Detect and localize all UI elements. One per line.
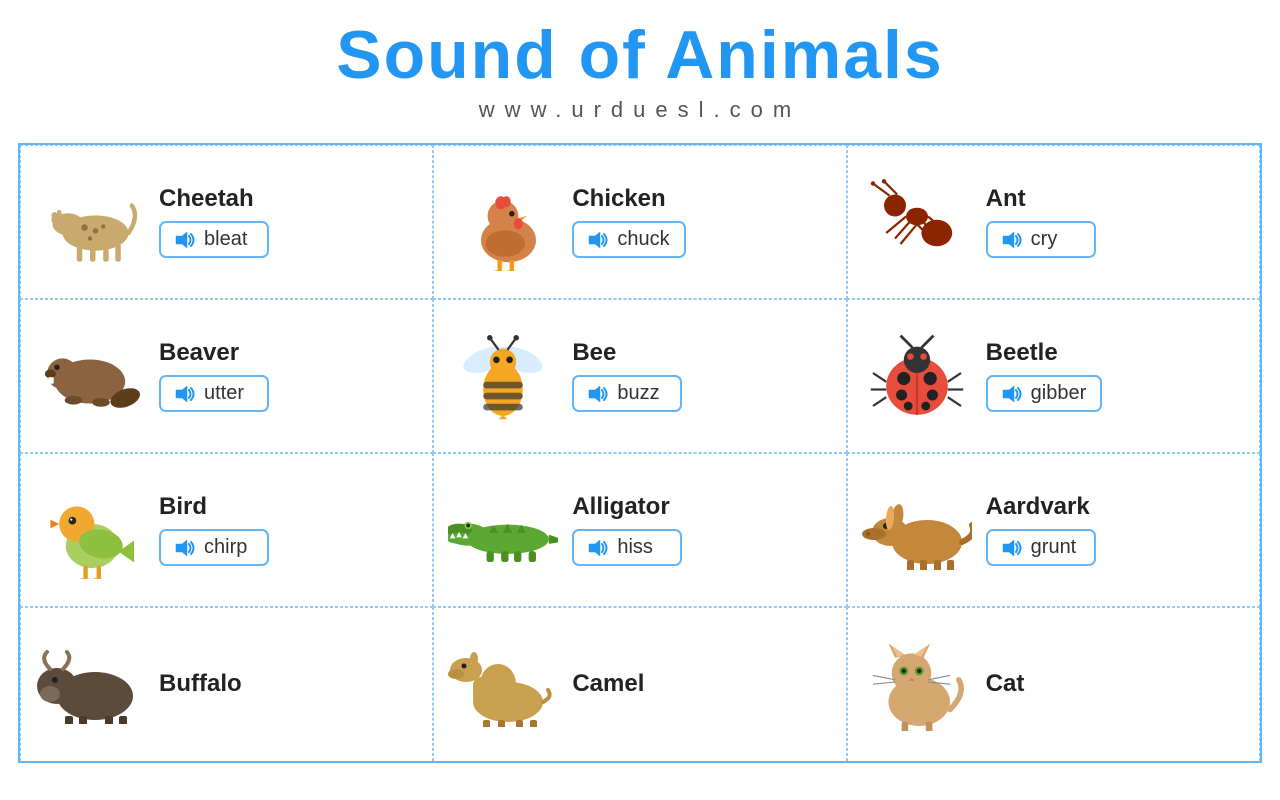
sound-text: utter xyxy=(204,382,244,405)
animal-info-aardvark: Aardvark grunt xyxy=(986,493,1245,566)
animal-info-bee: Bee buzz xyxy=(572,339,831,412)
animal-info-ant: Ant cry xyxy=(986,185,1245,258)
speaker-icon xyxy=(1002,385,1024,403)
speaker-icon xyxy=(175,539,197,557)
sound-badge[interactable]: gibber xyxy=(986,375,1103,412)
animal-info-camel: Camel xyxy=(572,670,831,698)
animal-info-cat: Cat xyxy=(986,670,1245,698)
animals-grid: Cheetah bleat Chicken chuck xyxy=(18,143,1262,763)
sound-text: grunt xyxy=(1031,536,1077,559)
sound-text: buzz xyxy=(617,382,659,405)
animal-cell-beetle: Beetle gibber xyxy=(847,299,1260,453)
animal-image-cat xyxy=(862,638,972,732)
animal-cell-beaver: Beaver utter xyxy=(20,299,433,453)
animal-cell-camel: Camel xyxy=(433,607,846,761)
animal-name: Aardvark xyxy=(986,493,1090,521)
sound-text: chuck xyxy=(617,228,669,251)
speaker-icon xyxy=(588,539,610,557)
animal-name: Buffalo xyxy=(159,670,242,698)
animal-info-bird: Bird chirp xyxy=(159,493,418,566)
animal-cell-buffalo: Buffalo xyxy=(20,607,433,761)
speaker-icon xyxy=(1002,231,1024,249)
sound-badge[interactable]: grunt xyxy=(986,529,1096,566)
animal-cell-chicken: Chicken chuck xyxy=(433,145,846,299)
speaker-icon xyxy=(1002,539,1024,557)
animal-name: Bird xyxy=(159,493,207,521)
animal-name: Chicken xyxy=(572,185,665,213)
animal-name: Cat xyxy=(986,670,1025,698)
animal-image-aardvark xyxy=(862,490,972,570)
sound-badge[interactable]: utter xyxy=(159,375,269,412)
animal-name: Camel xyxy=(572,670,644,698)
subtitle: www.urduesl.com xyxy=(0,97,1280,123)
animal-name: Alligator xyxy=(572,493,669,521)
animal-cell-cheetah: Cheetah bleat xyxy=(20,145,433,299)
sound-badge[interactable]: bleat xyxy=(159,221,269,258)
sound-text: cry xyxy=(1031,228,1058,251)
sound-badge[interactable]: cry xyxy=(986,221,1096,258)
sound-badge[interactable]: chuck xyxy=(572,221,685,258)
animal-info-buffalo: Buffalo xyxy=(159,670,418,698)
animal-cell-alligator: Alligator hiss xyxy=(433,453,846,607)
sound-text: chirp xyxy=(204,536,247,559)
sound-badge[interactable]: chirp xyxy=(159,529,269,566)
animal-image-bee xyxy=(448,329,558,423)
sound-text: hiss xyxy=(617,536,653,559)
animal-name: Ant xyxy=(986,185,1026,213)
animal-info-chicken: Chicken chuck xyxy=(572,185,831,258)
sound-text: bleat xyxy=(204,228,247,251)
animal-image-buffalo xyxy=(35,644,145,724)
speaker-icon xyxy=(588,385,610,403)
animal-cell-bee: Bee buzz xyxy=(433,299,846,453)
animal-cell-aardvark: Aardvark grunt xyxy=(847,453,1260,607)
animal-image-ant xyxy=(862,178,972,266)
animal-name: Beaver xyxy=(159,339,239,367)
animal-info-beaver: Beaver utter xyxy=(159,339,418,412)
animal-image-bird xyxy=(35,480,145,579)
speaker-icon xyxy=(588,231,610,249)
page-title: Sound of Animals xyxy=(0,18,1280,93)
sound-badge[interactable]: buzz xyxy=(572,375,682,412)
animal-info-alligator: Alligator hiss xyxy=(572,493,831,566)
sound-badge[interactable]: hiss xyxy=(572,529,682,566)
animal-image-chicken xyxy=(448,172,558,271)
animal-cell-bird: Bird chirp xyxy=(20,453,433,607)
animal-image-beaver xyxy=(35,332,145,420)
animal-cell-ant: Ant cry xyxy=(847,145,1260,299)
page-header: Sound of Animals www.urduesl.com xyxy=(0,0,1280,143)
animal-image-camel xyxy=(448,642,558,727)
animal-info-beetle: Beetle gibber xyxy=(986,339,1245,412)
animal-cell-cat: Cat xyxy=(847,607,1260,761)
animal-info-cheetah: Cheetah bleat xyxy=(159,185,418,258)
animal-name: Cheetah xyxy=(159,185,254,213)
speaker-icon xyxy=(175,385,197,403)
animal-name: Beetle xyxy=(986,339,1058,367)
animal-image-alligator xyxy=(448,498,558,562)
sound-text: gibber xyxy=(1031,382,1087,405)
animal-image-beetle xyxy=(862,329,972,423)
animal-image-cheetah xyxy=(35,178,145,266)
animal-name: Bee xyxy=(572,339,616,367)
speaker-icon xyxy=(175,231,197,249)
